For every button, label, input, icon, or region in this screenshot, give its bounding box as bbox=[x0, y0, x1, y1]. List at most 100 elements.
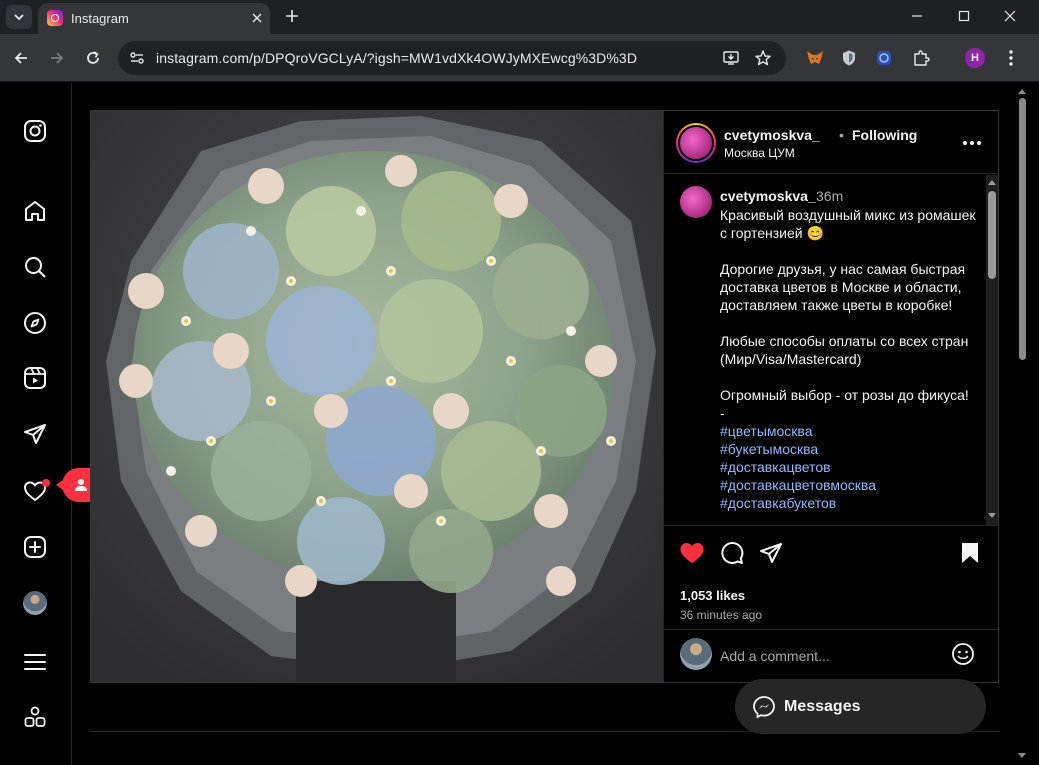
caption-scrollbar[interactable] bbox=[986, 175, 998, 525]
site-settings-icon[interactable] bbox=[128, 49, 146, 67]
comment-button[interactable] bbox=[719, 540, 745, 566]
scroll-up-arrow[interactable] bbox=[988, 177, 996, 187]
story-ring-avatar[interactable] bbox=[676, 123, 716, 163]
install-app-button[interactable] bbox=[722, 49, 740, 67]
profile-avatar bbox=[23, 591, 47, 615]
author-avatar bbox=[678, 125, 714, 161]
comment-icon bbox=[721, 542, 744, 564]
plus-icon bbox=[286, 10, 298, 22]
page-scrollbar-thumb[interactable] bbox=[1019, 98, 1026, 360]
browser-tabbar: Instagram bbox=[0, 0, 1039, 34]
messenger-icon bbox=[753, 696, 775, 719]
sidebar-item-explore[interactable] bbox=[22, 310, 48, 336]
sidebar-item-also-from-meta[interactable] bbox=[22, 704, 48, 730]
post-details-panel: cvetymoskva_ • Following Москва ЦУМ cvet… bbox=[663, 111, 999, 682]
reload-icon bbox=[87, 51, 99, 64]
messages-floating-button[interactable]: Messages bbox=[735, 679, 986, 734]
url-text[interactable]: instagram.com/p/DPQroVGCLyA/?igsh=MW1vdX… bbox=[156, 50, 637, 66]
new-tab-button[interactable] bbox=[281, 5, 303, 27]
hashtag-link[interactable]: #букетымосква bbox=[720, 440, 982, 458]
address-bar[interactable]: instagram.com/p/DPQroVGCLyA/?igsh=MW1vdX… bbox=[118, 41, 786, 75]
hashtag-link[interactable]: #цветымосква bbox=[720, 422, 982, 440]
bouquet-image bbox=[91, 111, 663, 682]
shield-icon bbox=[843, 50, 855, 66]
arrow-left-icon bbox=[14, 52, 27, 64]
minimize-window-button[interactable] bbox=[903, 5, 931, 27]
sidebar-item-home[interactable] bbox=[22, 198, 48, 224]
tab-close-button[interactable] bbox=[248, 9, 266, 27]
caption-username[interactable]: cvetymoskva_ bbox=[720, 188, 816, 204]
post-photo[interactable] bbox=[91, 111, 663, 682]
like-button[interactable] bbox=[679, 540, 705, 566]
heart-filled-icon bbox=[680, 543, 704, 563]
separator-dot: • bbox=[839, 127, 844, 143]
post-options-button[interactable] bbox=[960, 133, 984, 153]
instagram-favicon-icon bbox=[47, 10, 63, 26]
install-icon bbox=[723, 51, 739, 65]
post-location[interactable]: Москва ЦУМ bbox=[724, 146, 795, 160]
comment-input[interactable] bbox=[720, 646, 940, 666]
extensions-menu-button[interactable] bbox=[911, 48, 931, 68]
sidebar-item-reels[interactable] bbox=[22, 365, 48, 391]
caption-author-avatar[interactable] bbox=[680, 186, 712, 218]
save-button[interactable] bbox=[957, 540, 983, 566]
star-icon bbox=[755, 50, 771, 66]
puzzle-icon bbox=[914, 50, 930, 66]
tab-search-button[interactable] bbox=[6, 5, 32, 29]
scroll-down-arrow[interactable] bbox=[988, 511, 996, 521]
hamburger-menu-icon bbox=[24, 654, 46, 670]
caption-paragraph: Огромный выбор - от розы до фикуса! - bbox=[720, 387, 969, 421]
caption-scroll-area[interactable]: cvetymoskva_ 36m Красивый воздушный микс… bbox=[664, 175, 999, 525]
caption-paragraph: Дорогие друзья, у нас самая быстрая дост… bbox=[720, 261, 969, 313]
hashtag-link[interactable]: #доставкацветов bbox=[720, 458, 982, 476]
sidebar-item-profile[interactable] bbox=[22, 590, 48, 616]
caption-text: Красивый воздушный микс из ромашек с гор… bbox=[720, 206, 982, 512]
notification-dot bbox=[42, 479, 50, 487]
instagram-logo-icon bbox=[24, 120, 46, 142]
close-window-button[interactable] bbox=[996, 5, 1024, 27]
author-username[interactable]: cvetymoskva_ bbox=[724, 127, 820, 143]
forward-button[interactable] bbox=[45, 46, 69, 70]
following-button[interactable]: Following bbox=[852, 127, 917, 143]
post-timestamp: 36 minutes ago bbox=[680, 608, 763, 622]
sidebar-item-messages[interactable] bbox=[22, 421, 48, 447]
bookmark-star-button[interactable] bbox=[754, 49, 772, 67]
extension-metamask-button[interactable] bbox=[805, 48, 825, 68]
maximize-icon bbox=[958, 10, 970, 22]
minimize-icon bbox=[912, 15, 922, 17]
extension-shield-button[interactable] bbox=[839, 48, 859, 68]
caption-time: 36m bbox=[816, 188, 844, 204]
likes-count[interactable]: 1,053 likes bbox=[680, 588, 745, 603]
search-icon bbox=[25, 257, 46, 278]
instagram-logo-button[interactable] bbox=[22, 118, 48, 144]
extension-icon bbox=[877, 51, 891, 65]
fox-icon bbox=[807, 51, 823, 64]
person-icon bbox=[75, 479, 88, 491]
sidebar-item-create[interactable] bbox=[22, 534, 48, 560]
share-button[interactable] bbox=[758, 540, 784, 566]
scrollbar-thumb[interactable] bbox=[988, 191, 996, 279]
instagram-sidebar: 1 bbox=[0, 83, 114, 765]
caption-paragraph: Любые способы оплаты со всех стран (Мир/… bbox=[720, 333, 973, 367]
caption-paragraph: Красивый воздушный микс из ромашек с гор… bbox=[720, 207, 980, 241]
more-horizontal-icon bbox=[963, 141, 981, 145]
page-scrollbar[interactable] bbox=[1017, 84, 1027, 765]
reload-button[interactable] bbox=[81, 46, 105, 70]
post-header: cvetymoskva_ • Following Москва ЦУМ bbox=[664, 111, 999, 174]
sidebar-item-more[interactable] bbox=[22, 649, 48, 675]
triangle-up-icon bbox=[988, 180, 996, 185]
hashtag-link[interactable]: #доставкабукетов bbox=[720, 494, 982, 512]
arrow-right-icon bbox=[51, 52, 64, 64]
chevron-down-icon bbox=[14, 14, 24, 21]
sidebar-item-search[interactable] bbox=[22, 254, 48, 280]
hashtag-link[interactable]: #доставкацветовмосква bbox=[720, 476, 982, 494]
profile-avatar-button[interactable]: H bbox=[965, 48, 985, 68]
maximize-window-button[interactable] bbox=[950, 5, 978, 27]
extension-vpn-button[interactable] bbox=[874, 48, 894, 68]
send-icon bbox=[24, 424, 46, 444]
browser-menu-button[interactable] bbox=[1001, 48, 1021, 68]
smiley-icon bbox=[952, 643, 974, 665]
back-button[interactable] bbox=[9, 46, 33, 70]
emoji-picker-button[interactable] bbox=[950, 641, 976, 667]
browser-tab-active[interactable]: Instagram bbox=[38, 3, 270, 34]
